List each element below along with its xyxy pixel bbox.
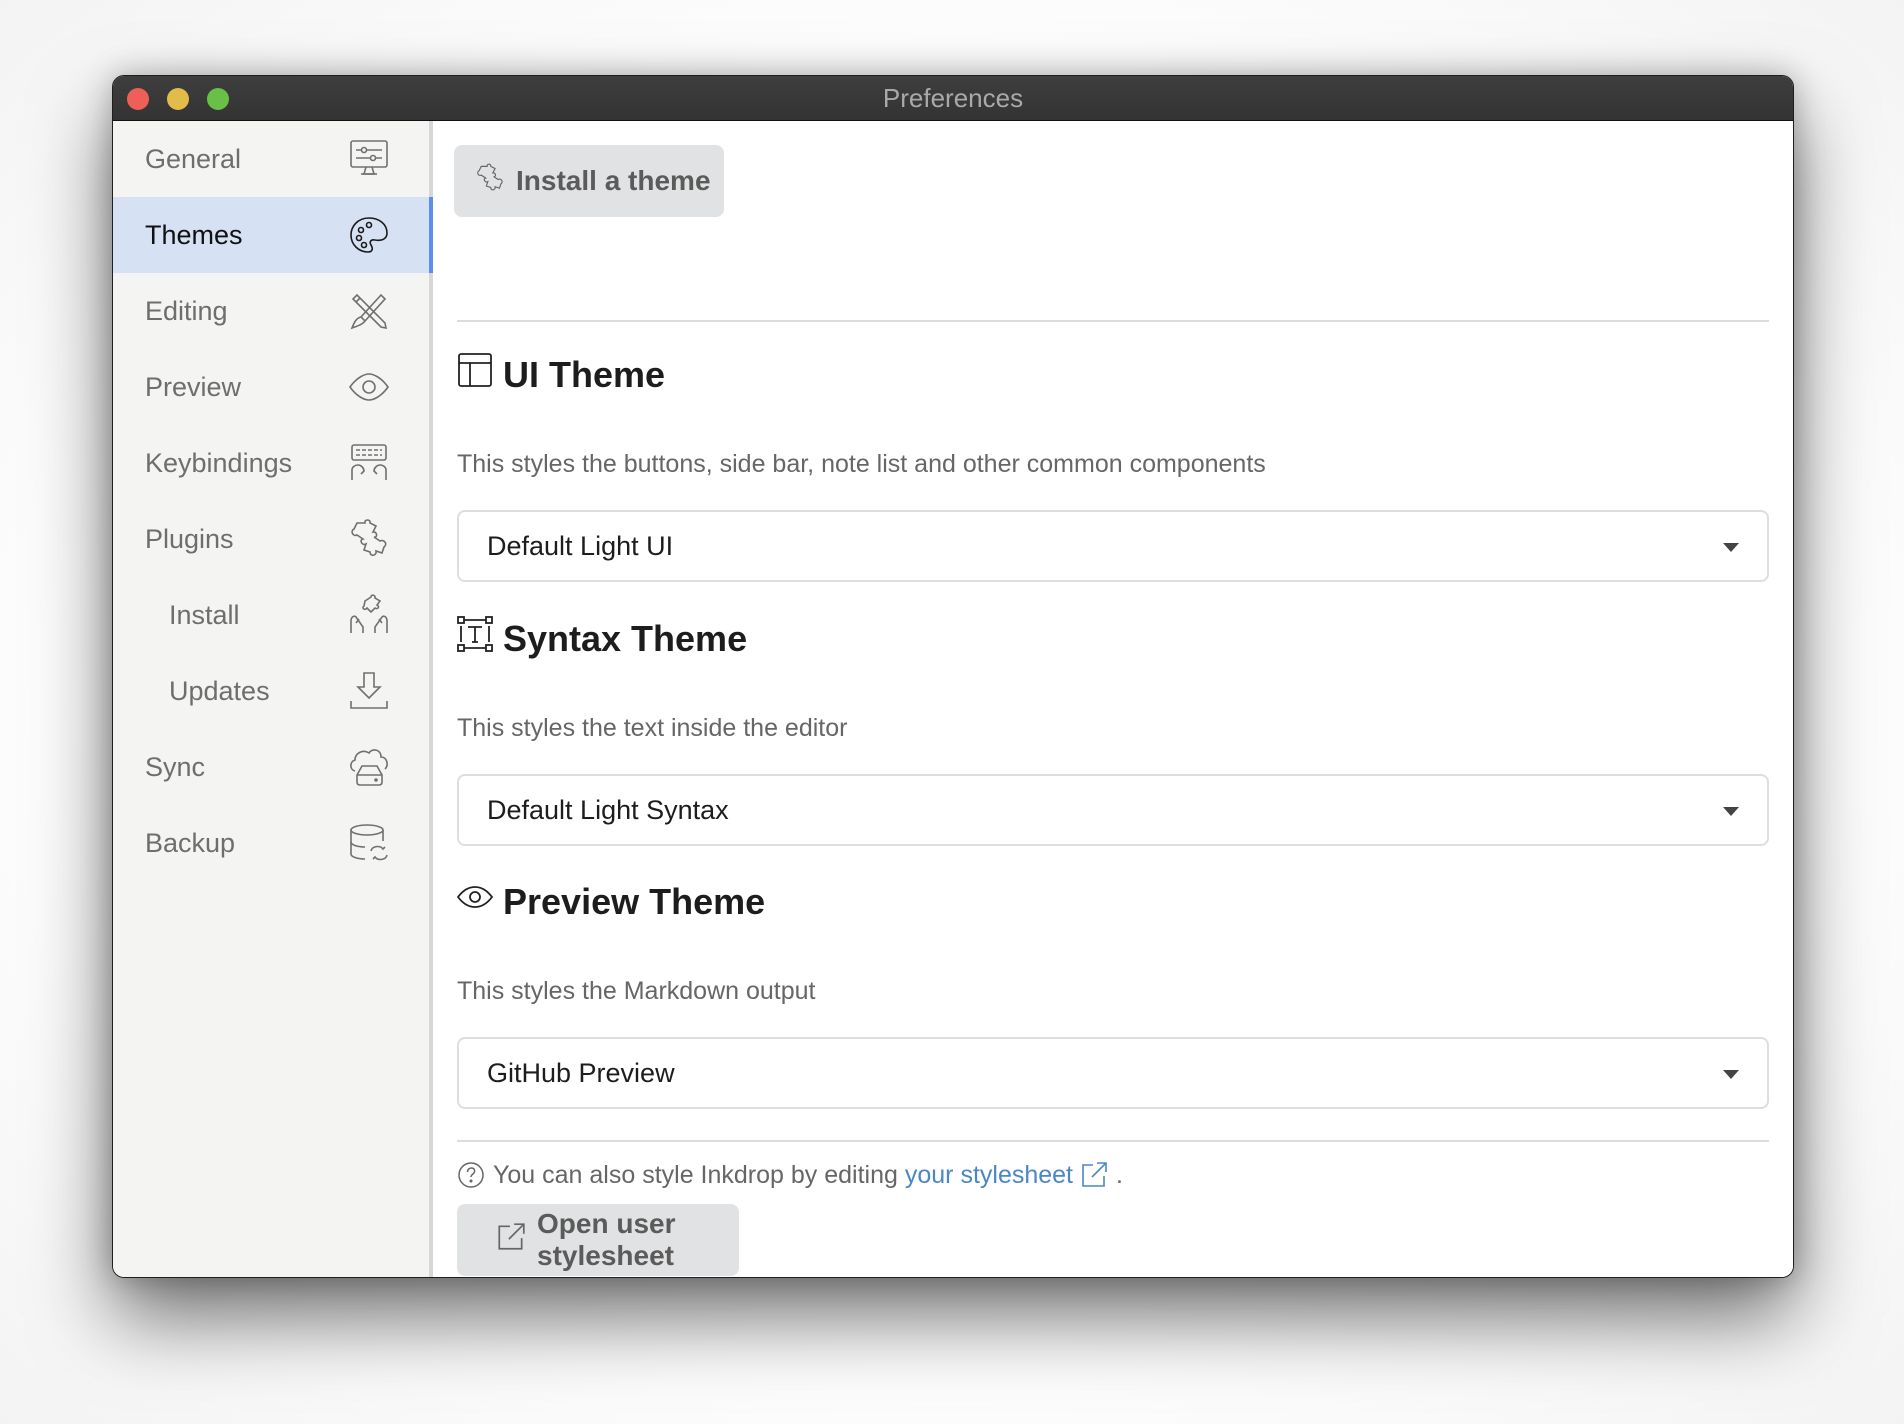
- puzzle-hands-icon: [347, 593, 391, 637]
- your-stylesheet-link[interactable]: your stylesheet: [905, 1161, 1073, 1190]
- open-user-stylesheet-button[interactable]: Open user stylesheet: [457, 1204, 739, 1276]
- sidebar-item-label: Keybindings: [145, 447, 293, 478]
- preview-theme-heading: Preview Theme: [456, 879, 765, 924]
- title-bar: Preferences: [113, 76, 1793, 121]
- layout-icon: [457, 352, 503, 397]
- pencil-brush-icon: [347, 289, 391, 333]
- preview-theme-select[interactable]: GitHub Preview: [457, 1037, 1769, 1109]
- sidebar-item-sync[interactable]: Sync: [113, 729, 429, 805]
- open-user-stylesheet-label: Open user stylesheet: [537, 1208, 676, 1271]
- chevron-down-icon: [1723, 543, 1739, 552]
- sidebar-item-general[interactable]: General: [113, 121, 429, 197]
- chevron-down-icon: [1723, 1070, 1739, 1079]
- sidebar-item-label: Updates: [169, 675, 270, 706]
- eye-icon: [347, 365, 391, 409]
- divider: [457, 320, 1769, 322]
- sidebar-item-label: Sync: [145, 751, 206, 782]
- settings-monitor-icon: [347, 137, 391, 181]
- external-link-icon: [495, 1221, 537, 1260]
- syntax-theme-heading: Syntax Theme: [457, 616, 747, 661]
- divider: [457, 1140, 1769, 1142]
- sidebar-item-label: Preview: [145, 371, 242, 402]
- install-theme-button[interactable]: Install a theme: [454, 145, 724, 217]
- puzzle-icon: [347, 517, 391, 561]
- stylesheet-note: You can also style Inkdrop by editing yo…: [457, 1160, 1123, 1190]
- sidebar-item-keybindings[interactable]: Keybindings: [113, 425, 429, 501]
- sidebar-item-label: General: [145, 143, 242, 174]
- note-text: You can also style Inkdrop by editing: [493, 1160, 898, 1189]
- cloud-drive-icon: [347, 745, 391, 789]
- sidebar-item-label: Editing: [145, 295, 228, 326]
- keyboard-hands-icon: [347, 441, 391, 485]
- eye-icon: [456, 879, 503, 924]
- ui-theme-selected-value: Default Light UI: [487, 530, 674, 561]
- preview-theme-description: This styles the Markdown output: [457, 977, 816, 1005]
- sidebar-item-label: Backup: [145, 827, 236, 858]
- sidebar-item-themes[interactable]: Themes: [113, 197, 433, 273]
- sidebar-item-label: Themes: [145, 219, 243, 250]
- themes-panel: Install a theme UI Theme This styles the…: [433, 121, 1793, 1277]
- preview-theme-selected-value: GitHub Preview: [487, 1057, 675, 1088]
- syntax-theme-select[interactable]: Default Light Syntax: [457, 774, 1769, 846]
- external-link-icon[interactable]: [1073, 1160, 1109, 1190]
- syntax-theme-description: This styles the text inside the editor: [457, 714, 848, 742]
- install-theme-label: Install a theme: [516, 165, 711, 196]
- syntax-theme-selected-value: Default Light Syntax: [487, 794, 729, 825]
- note-suffix: .: [1115, 1160, 1123, 1189]
- sidebar: General Themes Editing Preview Keybindin…: [113, 121, 433, 1277]
- chevron-down-icon: [1723, 807, 1739, 816]
- sidebar-item-preview[interactable]: Preview: [113, 349, 429, 425]
- sidebar-item-install[interactable]: Install: [113, 577, 429, 653]
- preferences-window: Preferences General Themes Editing Previ…: [112, 75, 1794, 1278]
- palette-icon: [347, 213, 391, 257]
- database-sync-icon: [347, 821, 391, 865]
- question-circle-icon: [457, 1161, 485, 1189]
- sidebar-item-backup[interactable]: Backup: [113, 805, 429, 881]
- ui-theme-select[interactable]: Default Light UI: [457, 510, 1769, 582]
- window-title: Preferences: [882, 83, 1024, 113]
- ui-theme-heading: UI Theme: [457, 352, 665, 397]
- sidebar-item-plugins[interactable]: Plugins: [113, 501, 429, 577]
- ui-theme-description: This styles the buttons, side bar, note …: [457, 450, 1266, 478]
- sidebar-item-label: Install: [169, 599, 240, 630]
- sidebar-item-updates[interactable]: Updates: [113, 653, 429, 729]
- sidebar-item-editing[interactable]: Editing: [113, 273, 429, 349]
- sidebar-item-label: Plugins: [145, 523, 234, 554]
- download-icon: [347, 669, 391, 713]
- puzzle-icon: [474, 162, 516, 201]
- text-frame-icon: [457, 616, 503, 661]
